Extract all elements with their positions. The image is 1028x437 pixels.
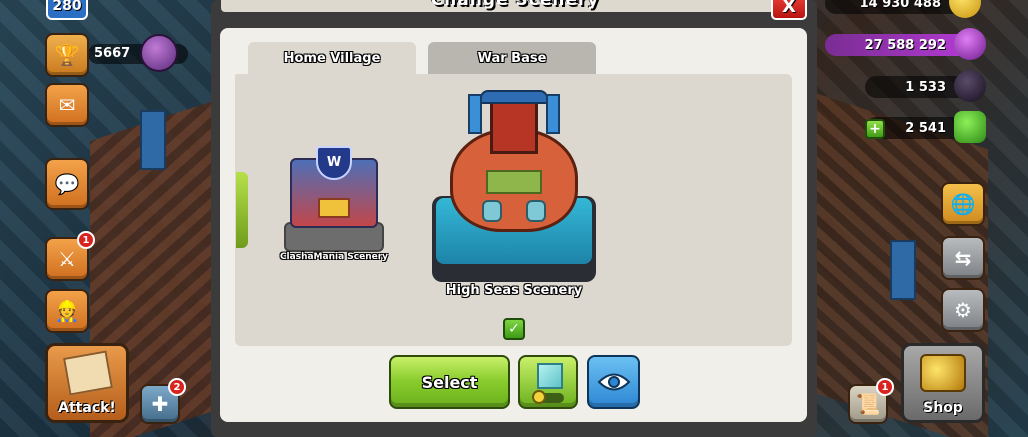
trophy-button[interactable]: 🏆 bbox=[45, 33, 89, 77]
close-button[interactable]: X bbox=[771, 0, 807, 20]
gems-value: 2 541 bbox=[905, 120, 946, 136]
preview-button[interactable] bbox=[587, 355, 640, 409]
elixir-drop-icon bbox=[954, 28, 986, 60]
chat-bubble-icon: 💬 bbox=[54, 172, 80, 196]
previous-scenery-peek[interactable] bbox=[236, 172, 248, 248]
builder-base-button[interactable]: ✚ 2 bbox=[140, 378, 186, 424]
attack-label: Attack! bbox=[58, 400, 116, 416]
cannon-icon bbox=[526, 200, 546, 222]
gold-counter: 14 930 488 bbox=[825, 0, 981, 18]
layout-button[interactable]: ⇆ bbox=[941, 236, 985, 280]
scenery-card-high-seas[interactable] bbox=[432, 88, 596, 282]
flag-icon bbox=[546, 94, 560, 134]
gear-icon: ⚙ bbox=[954, 298, 972, 322]
close-icon: X bbox=[782, 0, 796, 17]
treasure-map-icon bbox=[63, 350, 113, 396]
league-shield-icon[interactable] bbox=[140, 34, 178, 72]
envelope-icon: ✉ bbox=[58, 93, 76, 117]
globe-icon: 🌐 bbox=[950, 192, 976, 216]
tab-home-village[interactable]: Home Village bbox=[248, 42, 416, 76]
dark-elixir-drop-icon bbox=[954, 70, 986, 102]
scroll-icon: 📜 bbox=[855, 392, 881, 416]
elixir-value: 27 588 292 bbox=[864, 37, 946, 53]
move-arrows-icon: ⇆ bbox=[954, 246, 972, 270]
news-button[interactable]: 📜 1 bbox=[848, 378, 894, 424]
chat-button[interactable]: 💬 bbox=[45, 158, 89, 210]
events-button[interactable]: 🌐 bbox=[941, 182, 985, 226]
modal-title: Change Scenery bbox=[430, 0, 600, 10]
pagoda-roof bbox=[480, 90, 548, 104]
crossed-swords-icon: ⚔ bbox=[58, 247, 76, 271]
ship-deck bbox=[486, 170, 542, 194]
gear-plus-icon: ✚ bbox=[151, 392, 169, 416]
dark-elixir-counter: 1 533 bbox=[865, 70, 986, 102]
scenery-label-clashamania: ClashaMania Scenery bbox=[279, 252, 389, 262]
gold-value: 14 930 488 bbox=[859, 0, 941, 11]
tab-war-base[interactable]: War Base bbox=[428, 42, 596, 76]
scenery-label-high-seas: High Seas Scenery bbox=[445, 283, 583, 298]
flag-icon bbox=[468, 94, 482, 134]
attack-button[interactable]: Attack! bbox=[45, 343, 129, 423]
notification-badge: 2 bbox=[168, 378, 186, 396]
banner-decoration bbox=[140, 110, 166, 170]
buy-gems-button[interactable]: + bbox=[865, 119, 885, 139]
trophy-value: 5667 bbox=[94, 46, 131, 61]
mail-button[interactable]: ✉ bbox=[45, 83, 89, 127]
dark-elixir-value: 1 533 bbox=[905, 79, 946, 95]
toggle-knob bbox=[532, 390, 546, 404]
arena-stage bbox=[318, 198, 350, 218]
hammer-coins-icon bbox=[920, 354, 966, 392]
builder-button[interactable]: 👷 bbox=[45, 289, 89, 333]
trophy-icon: 🏆 bbox=[54, 43, 80, 67]
ice-cube-icon bbox=[537, 363, 563, 389]
shop-button[interactable]: Shop bbox=[901, 343, 985, 423]
player-level-badge[interactable]: 280 bbox=[46, 0, 88, 20]
eye-icon bbox=[597, 373, 630, 391]
cannon-icon bbox=[482, 200, 502, 222]
notification-badge: 1 bbox=[77, 231, 95, 249]
selected-checkmark-icon: ✓ bbox=[503, 318, 525, 340]
plus-icon: + bbox=[869, 121, 881, 137]
clan-war-button[interactable]: ⚔ 1 bbox=[45, 231, 95, 281]
gem-icon bbox=[954, 111, 986, 143]
banner-decoration bbox=[890, 240, 916, 300]
scenery-music-toggle-button[interactable] bbox=[518, 355, 578, 409]
builder-face-icon: 👷 bbox=[54, 299, 80, 323]
select-button[interactable]: Select bbox=[389, 355, 510, 409]
elixir-counter: 27 588 292 bbox=[825, 28, 986, 60]
scenery-card-clashamania[interactable]: W bbox=[284, 140, 384, 252]
settings-button[interactable]: ⚙ bbox=[941, 288, 985, 332]
shop-label: Shop bbox=[923, 400, 963, 416]
notification-badge: 1 bbox=[876, 378, 894, 396]
